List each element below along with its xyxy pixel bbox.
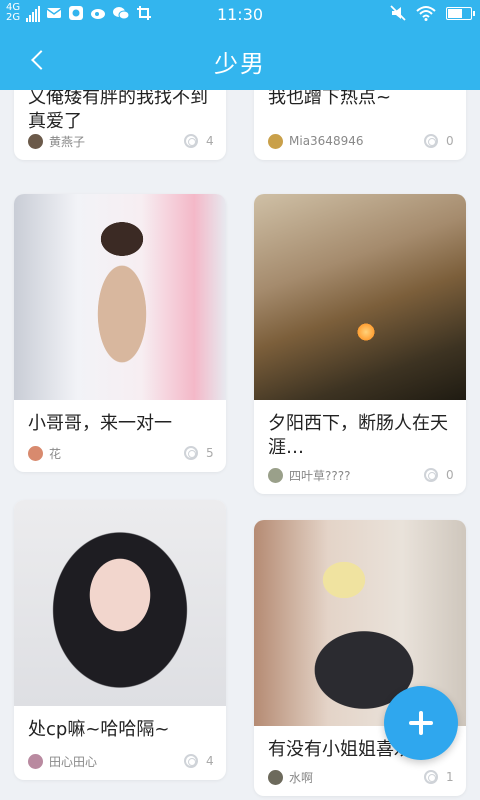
post-title: 我也蹭下热点~ — [268, 90, 392, 108]
post-card[interactable]: 夕阳西下，断肠人在天涯… 四叶草???? 0 — [254, 194, 466, 494]
view-count: 0 — [424, 468, 454, 482]
view-count-value: 4 — [206, 134, 214, 148]
post-meta: 黄燕子 4 — [28, 132, 214, 150]
post-title: 小哥哥，来一对一 — [28, 413, 172, 434]
view-count: 0 — [424, 134, 454, 148]
author-avatar — [268, 769, 283, 785]
post-card[interactable]: 我也蹭下热点~ Mia3648946 0 — [254, 90, 466, 160]
author-name: 四叶草???? — [289, 468, 351, 483]
post-meta: Mia3648946 0 — [268, 132, 454, 150]
author-avatar — [268, 467, 283, 483]
author-avatar — [28, 133, 43, 149]
view-count: 1 — [424, 770, 454, 784]
post-photo — [254, 194, 466, 400]
author-avatar — [28, 445, 43, 461]
post-card[interactable]: 处cp嘛~哈哈隔~ 田心田心 4 — [14, 500, 226, 780]
view-icon — [184, 446, 198, 460]
add-post-button[interactable] — [384, 686, 458, 760]
post-photo — [14, 194, 226, 400]
status-bar: 4G 2G 11:30 — [0, 0, 480, 30]
view-icon — [424, 770, 438, 784]
author-name: 黄燕子 — [49, 134, 86, 149]
view-count-value: 0 — [446, 134, 454, 148]
author-name: 田心田心 — [49, 754, 98, 769]
author-name: 水啊 — [289, 770, 314, 785]
mute-icon — [390, 5, 406, 21]
author-avatar — [28, 753, 43, 769]
view-count: 4 — [184, 134, 214, 148]
view-icon — [184, 134, 198, 148]
view-count-value: 1 — [446, 770, 454, 784]
view-count-value: 0 — [446, 468, 454, 482]
post-title: 夕阳西下，断肠人在天涯… — [268, 413, 448, 458]
wifi-icon — [416, 6, 436, 21]
view-count: 4 — [184, 754, 214, 768]
post-meta: 田心田心 4 — [28, 752, 214, 770]
view-icon — [424, 468, 438, 482]
post-card[interactable]: 又俺矮有胖的我找不到真爱了 黄燕子 4 — [14, 90, 226, 160]
post-meta: 花 5 — [28, 444, 214, 462]
author-avatar — [268, 133, 283, 149]
battery-icon — [446, 6, 475, 20]
view-count-value: 4 — [206, 754, 214, 768]
page-title: 少男 — [214, 50, 266, 78]
status-right — [390, 5, 475, 21]
author-name: Mia3648946 — [289, 134, 364, 148]
view-count: 5 — [184, 446, 214, 460]
nav-bar: 少男 — [0, 30, 480, 90]
post-photo — [14, 500, 226, 706]
view-icon — [184, 754, 198, 768]
view-icon — [424, 134, 438, 148]
post-meta: 四叶草???? 0 — [268, 466, 454, 484]
post-title: 又俺矮有胖的我找不到真爱了 — [28, 90, 208, 132]
post-card[interactable]: 小哥哥，来一对一 花 5 — [14, 194, 226, 472]
author-name: 花 — [49, 446, 62, 461]
post-title: 处cp嘛~哈哈隔~ — [28, 719, 170, 740]
post-meta: 水啊 1 — [268, 768, 454, 786]
view-count-value: 5 — [206, 446, 214, 460]
